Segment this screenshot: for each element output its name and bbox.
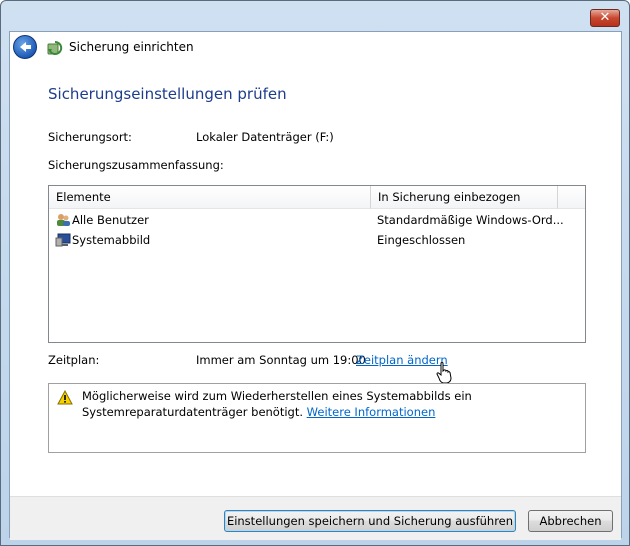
row-included: Standardmäßige Windows-Ord... [377,213,564,227]
summary-table: Elemente In Sicherung einbezogen Alle Be… [48,185,586,343]
location-label: Sicherungsort: [48,130,132,144]
system-image-icon [55,233,71,247]
wizard-title: Sicherung einrichten [69,40,194,54]
column-header-included[interactable]: In Sicherung einbezogen [371,186,558,209]
table-row[interactable]: Systemabbild Eingeschlossen [49,230,585,250]
location-value: Lokaler Datenträger (F:) [196,130,334,144]
page-title: Sicherungseinstellungen prüfen [48,85,287,103]
change-schedule-link[interactable]: Zeitplan ändern [356,353,448,367]
users-icon [57,214,70,226]
cancel-button[interactable]: Abbrechen [528,510,613,532]
table-row[interactable]: Alle Benutzer Standardmäßige Windows-Ord… [49,210,585,230]
back-button[interactable] [13,35,37,59]
warning-icon [57,390,73,405]
schedule-value: Immer am Sonntag um 19:00 [196,353,366,367]
info-message: Möglicherweise wird zum Wiederherstellen… [82,388,562,420]
close-button[interactable]: ✕ [590,9,620,27]
info-box: Möglicherweise wird zum Wiederherstellen… [48,383,586,453]
button-bar: Einstellungen speichern und Sicherung au… [10,496,621,540]
wizard-content: Sicherung einrichten Sicherungseinstellu… [9,31,622,540]
close-icon: ✕ [599,10,611,25]
row-item: Systemabbild [72,233,151,247]
more-info-link[interactable]: Weitere Informationen [307,405,436,419]
summary-label: Sicherungszusammenfassung: [48,158,224,172]
row-included: Eingeschlossen [377,233,466,247]
schedule-label: Zeitplan: [48,353,100,367]
save-and-run-button[interactable]: Einstellungen speichern und Sicherung au… [224,510,516,532]
backup-wizard-window: ✕ Sicherung einrichten Sicherungseinstel… [0,0,630,546]
column-header-filler [558,186,585,209]
backup-icon [47,40,63,55]
row-item: Alle Benutzer [72,213,149,227]
wizard-header: Sicherung einrichten [10,32,621,64]
hand-cursor-icon [436,362,452,384]
column-header-items[interactable]: Elemente [49,186,371,209]
